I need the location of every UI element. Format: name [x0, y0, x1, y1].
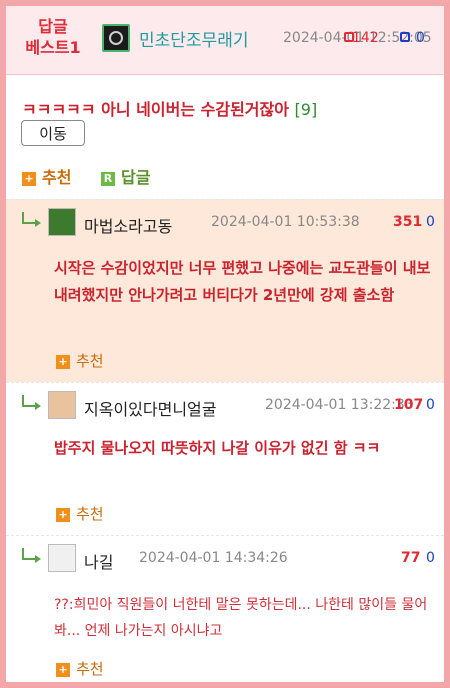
comment-date: 2024-04-01 10:53:38 [211, 214, 360, 230]
comment-dislike-count: 0 [426, 550, 435, 566]
comment-like-count: 77 [401, 550, 421, 566]
plus-square-icon: + [22, 171, 36, 186]
comment-date: 2024-04-01 13:22:33 [265, 397, 414, 413]
recommend-label: 추천 [76, 352, 104, 370]
best-reply-panel: 답글 베스트1 민초단조무래기 2024-04-01 12:52:05 142 … [0, 0, 450, 688]
comment-like-count: 351 [393, 214, 423, 230]
avatar[interactable] [48, 208, 76, 236]
recommend-label: 추천 [76, 660, 104, 678]
avatar[interactable] [48, 544, 76, 572]
reply-button[interactable]: R 답글 [101, 168, 150, 187]
like-count: 142 [352, 30, 379, 46]
comment-text: ??:희민아 직원들이 너한테 말은 못하는데... 나한테 많이들 물어봐..… [54, 597, 428, 639]
comment-author[interactable]: 나길 [84, 549, 113, 573]
comment-text: 시작은 수감이었지만 너무 편했고 나중에는 교도관들이 내보내려했지만 안나가… [54, 259, 431, 304]
recommend-button[interactable]: + 추천 [56, 350, 104, 371]
best-reply-header: 답글 베스트1 민초단조무래기 2024-04-01 12:52:05 142 … [6, 6, 444, 75]
comment-dislike-count: 0 [426, 397, 435, 413]
move-button[interactable]: 이동 [21, 120, 85, 146]
comment-count: [9] [294, 100, 318, 119]
recommend-label: 추천 [42, 168, 72, 187]
reply-arrow-icon [22, 548, 41, 563]
comment-date: 2024-04-01 14:34:26 [139, 550, 288, 566]
recommend-button[interactable]: + 추천 [56, 658, 104, 679]
comment-dislike-count: 0 [426, 214, 435, 230]
reply-arrow-icon [22, 395, 41, 410]
comment-item: 지옥이있다면니얼굴 2024-04-01 13:22:33 107 0 밥주지 … [6, 382, 444, 535]
plus-square-icon: + [56, 662, 70, 677]
plus-square-icon: + [56, 354, 70, 369]
avatar[interactable] [48, 391, 76, 419]
best-badge: 답글 베스트1 [18, 16, 88, 58]
comment-item: 나길 2024-04-01 14:34:26 77 0 ??:희민아 직원들이 … [6, 535, 444, 682]
best-badge-line2: 베스트1 [25, 38, 81, 57]
recommend-button[interactable]: + 추천 [56, 503, 104, 524]
comment-item: 마법소라고동 2024-04-01 10:53:38 351 0 시작은 수감이… [6, 199, 444, 382]
author-name[interactable]: 민초단조무래기 [139, 26, 248, 51]
recommend-label: 추천 [76, 505, 104, 523]
comment-author[interactable]: 마법소라고동 [84, 213, 172, 237]
recommend-button[interactable]: + 추천 [22, 168, 71, 187]
comment-text: 밥주지 물나오지 따뜻하지 나갈 이유가 없긴 함 ㅋㅋ [54, 439, 381, 457]
reply-arrow-icon [22, 212, 41, 227]
post-title[interactable]: ㅋㅋㅋㅋㅋ 아니 네이버는 수감된거잖아 [9] [22, 96, 317, 120]
comment-author[interactable]: 지옥이있다면니얼굴 [84, 396, 216, 420]
r-square-icon: R [101, 171, 116, 186]
best-badge-line1: 답글 [38, 17, 68, 36]
reply-label: 답글 [121, 168, 151, 187]
plus-square-icon: + [56, 507, 70, 522]
dislike-count: 0 [416, 30, 425, 46]
thumbs-down-icon[interactable] [400, 32, 410, 42]
author-avatar[interactable] [102, 24, 130, 52]
comment-like-count: 107 [394, 397, 424, 413]
post-title-text[interactable]: ㅋㅋㅋㅋㅋ 아니 네이버는 수감된거잖아 [22, 100, 289, 119]
post-actions: + 추천 R 답글 [22, 164, 150, 188]
